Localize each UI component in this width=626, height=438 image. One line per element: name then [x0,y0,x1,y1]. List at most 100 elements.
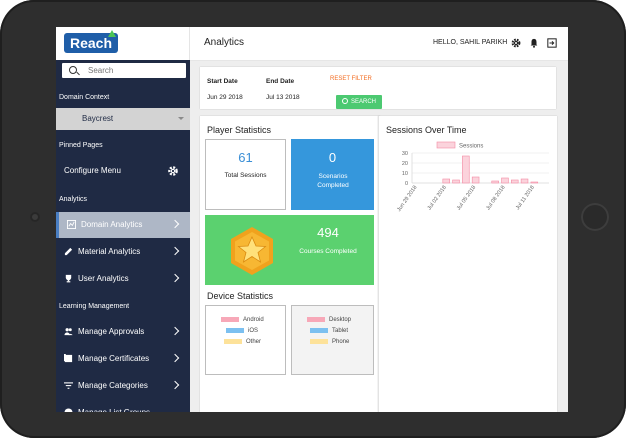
chart-x-tick-label: Jun 29 2018 [396,185,418,213]
analytics-label: Analytics [59,196,88,203]
chart-icon [67,220,76,229]
sessions-over-time-title: Sessions Over Time [386,125,467,135]
total-sessions-tile: 61 Total Sessions [205,139,286,210]
legend-ios: iOS [226,328,258,334]
logo-arrow-icon [108,30,116,37]
legend-swatch [310,328,328,333]
device-type-chart-tile: Desktop Tablet Phone [291,305,374,375]
chart-y-tick-label: 10 [402,171,408,177]
nav-manage-list-groups[interactable]: Manage List Groups [56,400,190,412]
pencil-icon [64,247,73,256]
nav-manage-categories[interactable]: Manage Categories [56,373,190,399]
domain-select-value: Baycrest [82,114,114,123]
configure-menu[interactable]: Configure Menu [56,158,190,184]
nav-manage-certificates[interactable]: Manage Certificates [56,346,190,372]
domain-select[interactable]: Baycrest [56,108,190,130]
globe-icon [64,408,73,412]
bell-icon[interactable] [529,38,539,48]
chevron-right-icon [170,246,180,256]
scenarios-completed-value: 0 [328,150,337,165]
legend-label: iOS [248,328,259,335]
trophy-icon [65,274,72,283]
settings-gear-icon[interactable] [511,38,521,48]
nav-label: Material Analytics [78,247,141,256]
legend-other: Other [224,339,261,345]
search-box[interactable] [62,63,186,78]
search-input[interactable] [88,63,182,78]
scenarios-completed-tile: 0 Scenarios Completed [291,139,374,210]
search-button[interactable]: SEARCH [336,95,382,109]
top-bar: Analytics HELLO, SAHIL PARIKH [190,27,568,61]
chart-legend-label: Sessions [459,144,483,150]
player-statistics-title: Player Statistics [207,125,272,135]
chart-y-tick-label: 0 [405,181,408,187]
search-icon [69,66,77,74]
chart-bar [491,180,499,184]
screen: Reach Domain Context Baycrest Pinned Pag… [56,27,568,412]
end-date-value[interactable]: Jul 13 2018 [266,94,300,101]
scenarios-completed-label: Scenarios Completed [317,173,349,189]
nav-label: User Analytics [78,274,129,283]
search-button-icon [341,97,348,104]
chevron-right-icon [170,326,180,336]
legend-swatch [221,317,239,322]
home-button[interactable] [581,203,609,231]
nav-label: Manage Certificates [78,354,150,363]
start-date-value[interactable]: Jun 29 2018 [207,94,243,101]
courses-completed-label: Courses Completed [299,248,357,255]
chevron-right-icon [170,380,180,390]
legend-label: Other [246,339,262,346]
sessions-over-time-card: Sessions Over Time Sessions 0 10 20 30 Jun 29… [378,116,557,412]
nav-domain-analytics[interactable]: Domain Analytics [56,212,190,238]
legend-label: Phone [332,339,350,346]
nav-label: Domain Analytics [81,220,143,229]
logout-icon[interactable] [547,38,557,48]
courses-completed-tile: 494 Courses Completed [205,215,374,285]
legend-label: Desktop [329,317,352,324]
nav-label: Manage Approvals [78,327,145,336]
chart-x-tick-label: Jul 05 2018 [456,185,477,212]
gear-icon[interactable] [167,165,179,177]
chart-bar [530,181,539,184]
people-icon [64,328,73,336]
configure-menu-label: Configure Menu [64,166,121,175]
legend-label: Android [243,317,264,324]
star-badge-icon [231,227,273,275]
sessions-chart: Sessions 0 10 20 30 Jun 29 2018 Jul 02 2018 Jul… [396,141,549,213]
chart-bar [452,179,460,184]
nav-material-analytics[interactable]: Material Analytics [56,239,190,265]
legend-android: Android [221,317,264,323]
chart-bar [471,176,480,184]
chart-bar [520,178,529,184]
main-content: Start Date Jun 29 2018 End Date Jul 13 2… [190,61,568,412]
chart-legend-swatch [436,141,456,149]
search-button-label: SEARCH [350,99,376,105]
chevron-right-icon [170,273,180,283]
reset-filter-button[interactable]: RESET FILTER [330,76,372,82]
total-sessions-value: 61 [238,150,253,165]
learning-management-label: Learning Management [59,303,130,310]
logo-bar: Reach [56,27,190,60]
certificate-icon [64,354,73,363]
legend-swatch [310,339,328,344]
legend-swatch [226,328,244,333]
start-date-label: Start Date [207,78,238,85]
nav-label: Manage List Groups [78,400,150,412]
user-greeting: HELLO, SAHIL PARIKH [433,39,508,46]
nav-label: Manage Categories [78,381,148,390]
chart-bar [462,155,470,184]
legend-swatch [307,317,325,322]
chart-bar [511,179,519,184]
pinned-pages-label: Pinned Pages [59,142,103,149]
nav-user-analytics[interactable]: User Analytics [56,266,190,292]
chart-x-tick-label: Jul 11 2018 [515,185,536,211]
end-date-label: End Date [266,78,295,85]
nav-manage-approvals[interactable]: Manage Approvals [56,319,190,345]
chevron-right-icon [170,353,180,363]
chart-bar [442,178,450,184]
legend-tablet: Tablet [310,328,348,334]
courses-completed-value: 494 [317,225,339,240]
filter-list-icon [64,382,73,389]
chart-bar [501,177,509,184]
chevron-down-icon [178,117,184,120]
